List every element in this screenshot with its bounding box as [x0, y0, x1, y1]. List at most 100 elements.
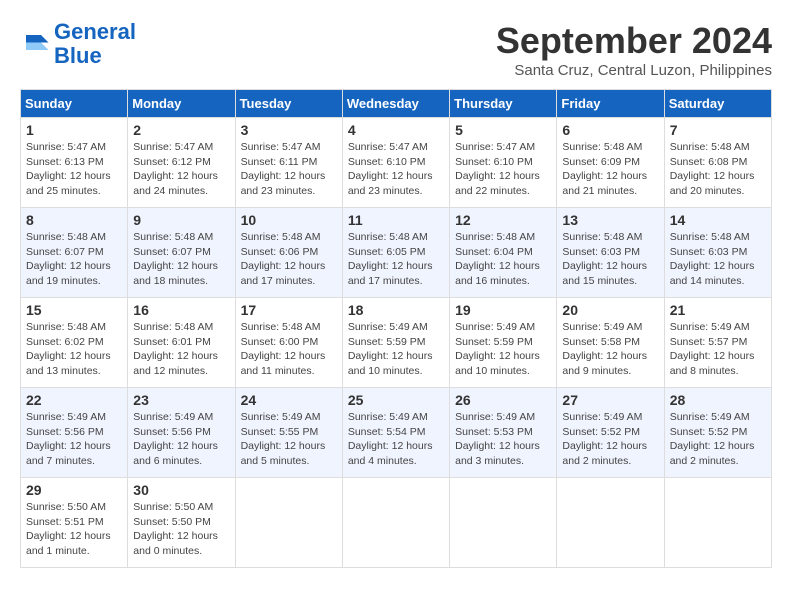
month-title: September 2024 — [496, 20, 772, 62]
day-info: Sunrise: 5:48 AM Sunset: 6:08 PM Dayligh… — [670, 140, 766, 199]
day-cell-29: 29 Sunrise: 5:50 AM Sunset: 5:51 PM Dayl… — [21, 478, 128, 568]
day-info: Sunrise: 5:49 AM Sunset: 5:55 PM Dayligh… — [241, 410, 337, 469]
day-cell-11: 11 Sunrise: 5:48 AM Sunset: 6:05 PM Dayl… — [342, 208, 449, 298]
empty-cell — [450, 478, 557, 568]
day-info: Sunrise: 5:48 AM Sunset: 6:06 PM Dayligh… — [241, 230, 337, 289]
day-cell-6: 6 Sunrise: 5:48 AM Sunset: 6:09 PM Dayli… — [557, 118, 664, 208]
col-saturday: Saturday — [664, 90, 771, 118]
day-cell-17: 17 Sunrise: 5:48 AM Sunset: 6:00 PM Dayl… — [235, 298, 342, 388]
day-cell-19: 19 Sunrise: 5:49 AM Sunset: 5:59 PM Dayl… — [450, 298, 557, 388]
day-cell-20: 20 Sunrise: 5:49 AM Sunset: 5:58 PM Dayl… — [557, 298, 664, 388]
day-info: Sunrise: 5:47 AM Sunset: 6:13 PM Dayligh… — [26, 140, 122, 199]
day-number: 7 — [670, 122, 766, 138]
day-number: 20 — [562, 302, 658, 318]
day-cell-22: 22 Sunrise: 5:49 AM Sunset: 5:56 PM Dayl… — [21, 388, 128, 478]
day-cell-3: 3 Sunrise: 5:47 AM Sunset: 6:11 PM Dayli… — [235, 118, 342, 208]
calendar-table: Sunday Monday Tuesday Wednesday Thursday… — [20, 89, 772, 568]
day-number: 15 — [26, 302, 122, 318]
day-number: 30 — [133, 482, 229, 498]
day-info: Sunrise: 5:49 AM Sunset: 5:56 PM Dayligh… — [26, 410, 122, 469]
page-header: General Blue September 2024 Santa Cruz, … — [20, 20, 772, 79]
day-cell-10: 10 Sunrise: 5:48 AM Sunset: 6:06 PM Dayl… — [235, 208, 342, 298]
day-info: Sunrise: 5:48 AM Sunset: 6:03 PM Dayligh… — [670, 230, 766, 289]
day-info: Sunrise: 5:50 AM Sunset: 5:50 PM Dayligh… — [133, 500, 229, 559]
day-number: 29 — [26, 482, 122, 498]
day-number: 12 — [455, 212, 551, 228]
day-info: Sunrise: 5:48 AM Sunset: 6:00 PM Dayligh… — [241, 320, 337, 379]
day-number: 3 — [241, 122, 337, 138]
day-number: 1 — [26, 122, 122, 138]
header-row: Sunday Monday Tuesday Wednesday Thursday… — [21, 90, 772, 118]
day-number: 10 — [241, 212, 337, 228]
week-row-5: 29 Sunrise: 5:50 AM Sunset: 5:51 PM Dayl… — [21, 478, 772, 568]
day-cell-8: 8 Sunrise: 5:48 AM Sunset: 6:07 PM Dayli… — [21, 208, 128, 298]
day-info: Sunrise: 5:49 AM Sunset: 5:56 PM Dayligh… — [133, 410, 229, 469]
day-info: Sunrise: 5:49 AM Sunset: 5:54 PM Dayligh… — [348, 410, 444, 469]
week-row-4: 22 Sunrise: 5:49 AM Sunset: 5:56 PM Dayl… — [21, 388, 772, 478]
day-cell-13: 13 Sunrise: 5:48 AM Sunset: 6:03 PM Dayl… — [557, 208, 664, 298]
day-info: Sunrise: 5:49 AM Sunset: 5:52 PM Dayligh… — [670, 410, 766, 469]
day-info: Sunrise: 5:47 AM Sunset: 6:10 PM Dayligh… — [455, 140, 551, 199]
day-info: Sunrise: 5:48 AM Sunset: 6:02 PM Dayligh… — [26, 320, 122, 379]
logo-icon — [20, 29, 50, 59]
empty-cell — [235, 478, 342, 568]
col-thursday: Thursday — [450, 90, 557, 118]
day-cell-14: 14 Sunrise: 5:48 AM Sunset: 6:03 PM Dayl… — [664, 208, 771, 298]
empty-cell — [664, 478, 771, 568]
title-block: September 2024 Santa Cruz, Central Luzon… — [496, 20, 772, 79]
day-cell-21: 21 Sunrise: 5:49 AM Sunset: 5:57 PM Dayl… — [664, 298, 771, 388]
col-sunday: Sunday — [21, 90, 128, 118]
day-number: 26 — [455, 392, 551, 408]
day-info: Sunrise: 5:49 AM Sunset: 5:59 PM Dayligh… — [455, 320, 551, 379]
day-cell-15: 15 Sunrise: 5:48 AM Sunset: 6:02 PM Dayl… — [21, 298, 128, 388]
day-number: 8 — [26, 212, 122, 228]
day-number: 18 — [348, 302, 444, 318]
day-info: Sunrise: 5:49 AM Sunset: 5:58 PM Dayligh… — [562, 320, 658, 379]
empty-cell — [342, 478, 449, 568]
day-number: 5 — [455, 122, 551, 138]
day-cell-25: 25 Sunrise: 5:49 AM Sunset: 5:54 PM Dayl… — [342, 388, 449, 478]
day-number: 19 — [455, 302, 551, 318]
day-info: Sunrise: 5:49 AM Sunset: 5:59 PM Dayligh… — [348, 320, 444, 379]
day-info: Sunrise: 5:48 AM Sunset: 6:01 PM Dayligh… — [133, 320, 229, 379]
day-number: 21 — [670, 302, 766, 318]
day-info: Sunrise: 5:48 AM Sunset: 6:03 PM Dayligh… — [562, 230, 658, 289]
day-cell-9: 9 Sunrise: 5:48 AM Sunset: 6:07 PM Dayli… — [128, 208, 235, 298]
day-info: Sunrise: 5:48 AM Sunset: 6:05 PM Dayligh… — [348, 230, 444, 289]
day-number: 24 — [241, 392, 337, 408]
day-info: Sunrise: 5:50 AM Sunset: 5:51 PM Dayligh… — [26, 500, 122, 559]
day-cell-23: 23 Sunrise: 5:49 AM Sunset: 5:56 PM Dayl… — [128, 388, 235, 478]
day-number: 2 — [133, 122, 229, 138]
day-number: 23 — [133, 392, 229, 408]
day-cell-26: 26 Sunrise: 5:49 AM Sunset: 5:53 PM Dayl… — [450, 388, 557, 478]
col-tuesday: Tuesday — [235, 90, 342, 118]
col-wednesday: Wednesday — [342, 90, 449, 118]
day-number: 16 — [133, 302, 229, 318]
day-info: Sunrise: 5:47 AM Sunset: 6:11 PM Dayligh… — [241, 140, 337, 199]
week-row-2: 8 Sunrise: 5:48 AM Sunset: 6:07 PM Dayli… — [21, 208, 772, 298]
day-info: Sunrise: 5:47 AM Sunset: 6:12 PM Dayligh… — [133, 140, 229, 199]
day-info: Sunrise: 5:48 AM Sunset: 6:04 PM Dayligh… — [455, 230, 551, 289]
location-subtitle: Santa Cruz, Central Luzon, Philippines — [496, 62, 772, 79]
day-cell-16: 16 Sunrise: 5:48 AM Sunset: 6:01 PM Dayl… — [128, 298, 235, 388]
day-number: 17 — [241, 302, 337, 318]
empty-cell — [557, 478, 664, 568]
week-row-1: 1 Sunrise: 5:47 AM Sunset: 6:13 PM Dayli… — [21, 118, 772, 208]
day-info: Sunrise: 5:49 AM Sunset: 5:57 PM Dayligh… — [670, 320, 766, 379]
day-number: 28 — [670, 392, 766, 408]
day-info: Sunrise: 5:48 AM Sunset: 6:07 PM Dayligh… — [26, 230, 122, 289]
day-cell-28: 28 Sunrise: 5:49 AM Sunset: 5:52 PM Dayl… — [664, 388, 771, 478]
day-info: Sunrise: 5:47 AM Sunset: 6:10 PM Dayligh… — [348, 140, 444, 199]
logo: General Blue — [20, 20, 136, 68]
day-cell-30: 30 Sunrise: 5:50 AM Sunset: 5:50 PM Dayl… — [128, 478, 235, 568]
day-cell-18: 18 Sunrise: 5:49 AM Sunset: 5:59 PM Dayl… — [342, 298, 449, 388]
day-number: 9 — [133, 212, 229, 228]
day-number: 13 — [562, 212, 658, 228]
day-number: 4 — [348, 122, 444, 138]
week-row-3: 15 Sunrise: 5:48 AM Sunset: 6:02 PM Dayl… — [21, 298, 772, 388]
day-cell-5: 5 Sunrise: 5:47 AM Sunset: 6:10 PM Dayli… — [450, 118, 557, 208]
day-cell-2: 2 Sunrise: 5:47 AM Sunset: 6:12 PM Dayli… — [128, 118, 235, 208]
day-cell-24: 24 Sunrise: 5:49 AM Sunset: 5:55 PM Dayl… — [235, 388, 342, 478]
day-number: 14 — [670, 212, 766, 228]
col-monday: Monday — [128, 90, 235, 118]
